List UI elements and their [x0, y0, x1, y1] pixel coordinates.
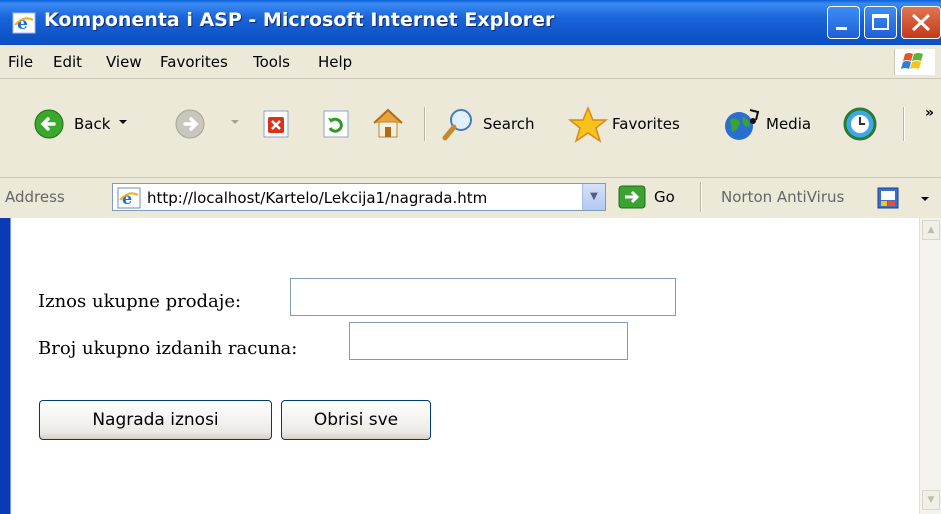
maximize-button[interactable] [864, 6, 897, 39]
refresh-icon[interactable] [322, 109, 352, 139]
search-icon[interactable] [441, 106, 477, 142]
back-arrow-icon[interactable] [33, 108, 65, 140]
search-button-label[interactable]: Search [483, 115, 535, 133]
address-bar: Address e http://localhost/Kartelo/Lekci… [0, 177, 941, 219]
favorites-button-label[interactable]: Favorites [612, 115, 680, 133]
go-button-label[interactable]: Go [654, 188, 675, 206]
menu-edit[interactable]: Edit [53, 53, 82, 71]
norton-dropdown-icon[interactable] [920, 194, 930, 204]
toolbar-overflow-chevron[interactable]: » [925, 105, 934, 121]
media-globe-icon[interactable] [722, 106, 762, 142]
norton-icon[interactable] [877, 187, 899, 209]
home-icon[interactable] [370, 106, 406, 140]
page-icon: e [117, 187, 141, 209]
menu-file[interactable]: File [8, 53, 33, 71]
media-button-label[interactable]: Media [766, 115, 811, 133]
page-content: Iznos ukupne prodaje: Broj ukupno izdani… [10, 218, 920, 514]
close-icon [911, 13, 931, 32]
menu-view[interactable]: View [106, 53, 142, 71]
forward-arrow-icon[interactable] [174, 108, 206, 140]
svg-text:e: e [122, 189, 132, 208]
menu-help[interactable]: Help [318, 53, 352, 71]
title-bar[interactable]: e Komponenta i ASP - Microsoft Internet … [0, 0, 941, 45]
menu-bar: File Edit View Favorites Tools Help [0, 45, 941, 79]
toolbar-separator [424, 107, 425, 141]
scroll-down-icon[interactable]: ▼ [922, 490, 940, 510]
svg-text:e: e [17, 14, 28, 34]
invoice-count-label: Broj ukupno izdanih racuna: [38, 338, 298, 359]
toolbar-separator [903, 107, 904, 141]
address-url[interactable]: http://localhost/Kartelo/Lekcija1/nagrad… [147, 189, 487, 207]
sales-total-input[interactable] [290, 278, 676, 316]
vertical-scrollbar[interactable]: ▲ ▼ [919, 218, 941, 514]
standard-toolbar: Back Search Favorites Media » [0, 79, 941, 178]
maximize-icon [872, 14, 889, 30]
norton-antivirus-label: Norton AntiVirus [721, 188, 845, 206]
stop-icon[interactable] [262, 109, 292, 139]
ie-logo-icon: e [12, 12, 36, 34]
close-button[interactable] [901, 6, 941, 39]
windows-logo-icon [894, 49, 935, 75]
toolbar-separator [700, 182, 701, 212]
browser-window: e Komponenta i ASP - Microsoft Internet … [0, 0, 941, 514]
favorites-star-icon[interactable] [568, 105, 608, 143]
address-label: Address [5, 188, 65, 206]
window-title: Komponenta i ASP - Microsoft Internet Ex… [44, 9, 555, 31]
window-frame-left [0, 218, 10, 514]
forward-dropdown-icon[interactable] [230, 117, 240, 127]
scroll-up-icon[interactable]: ▲ [922, 220, 940, 240]
address-dropdown-icon[interactable]: ▼ [582, 184, 605, 210]
clear-all-button[interactable]: Obrisi sve [281, 400, 431, 440]
menu-tools[interactable]: Tools [253, 53, 290, 71]
history-icon[interactable] [842, 106, 878, 142]
calculate-reward-button[interactable]: Nagrada iznosi [39, 400, 272, 440]
menu-favorites[interactable]: Favorites [160, 53, 228, 71]
go-arrow-icon[interactable] [617, 184, 647, 210]
invoice-count-input[interactable] [349, 322, 628, 360]
back-dropdown-icon[interactable] [118, 117, 128, 127]
minimize-icon [836, 27, 847, 30]
minimize-button[interactable] [827, 6, 860, 39]
address-input[interactable]: e http://localhost/Kartelo/Lekcija1/nagr… [112, 183, 606, 211]
sales-total-label: Iznos ukupne prodaje: [38, 291, 242, 312]
back-button-label[interactable]: Back [74, 115, 110, 133]
